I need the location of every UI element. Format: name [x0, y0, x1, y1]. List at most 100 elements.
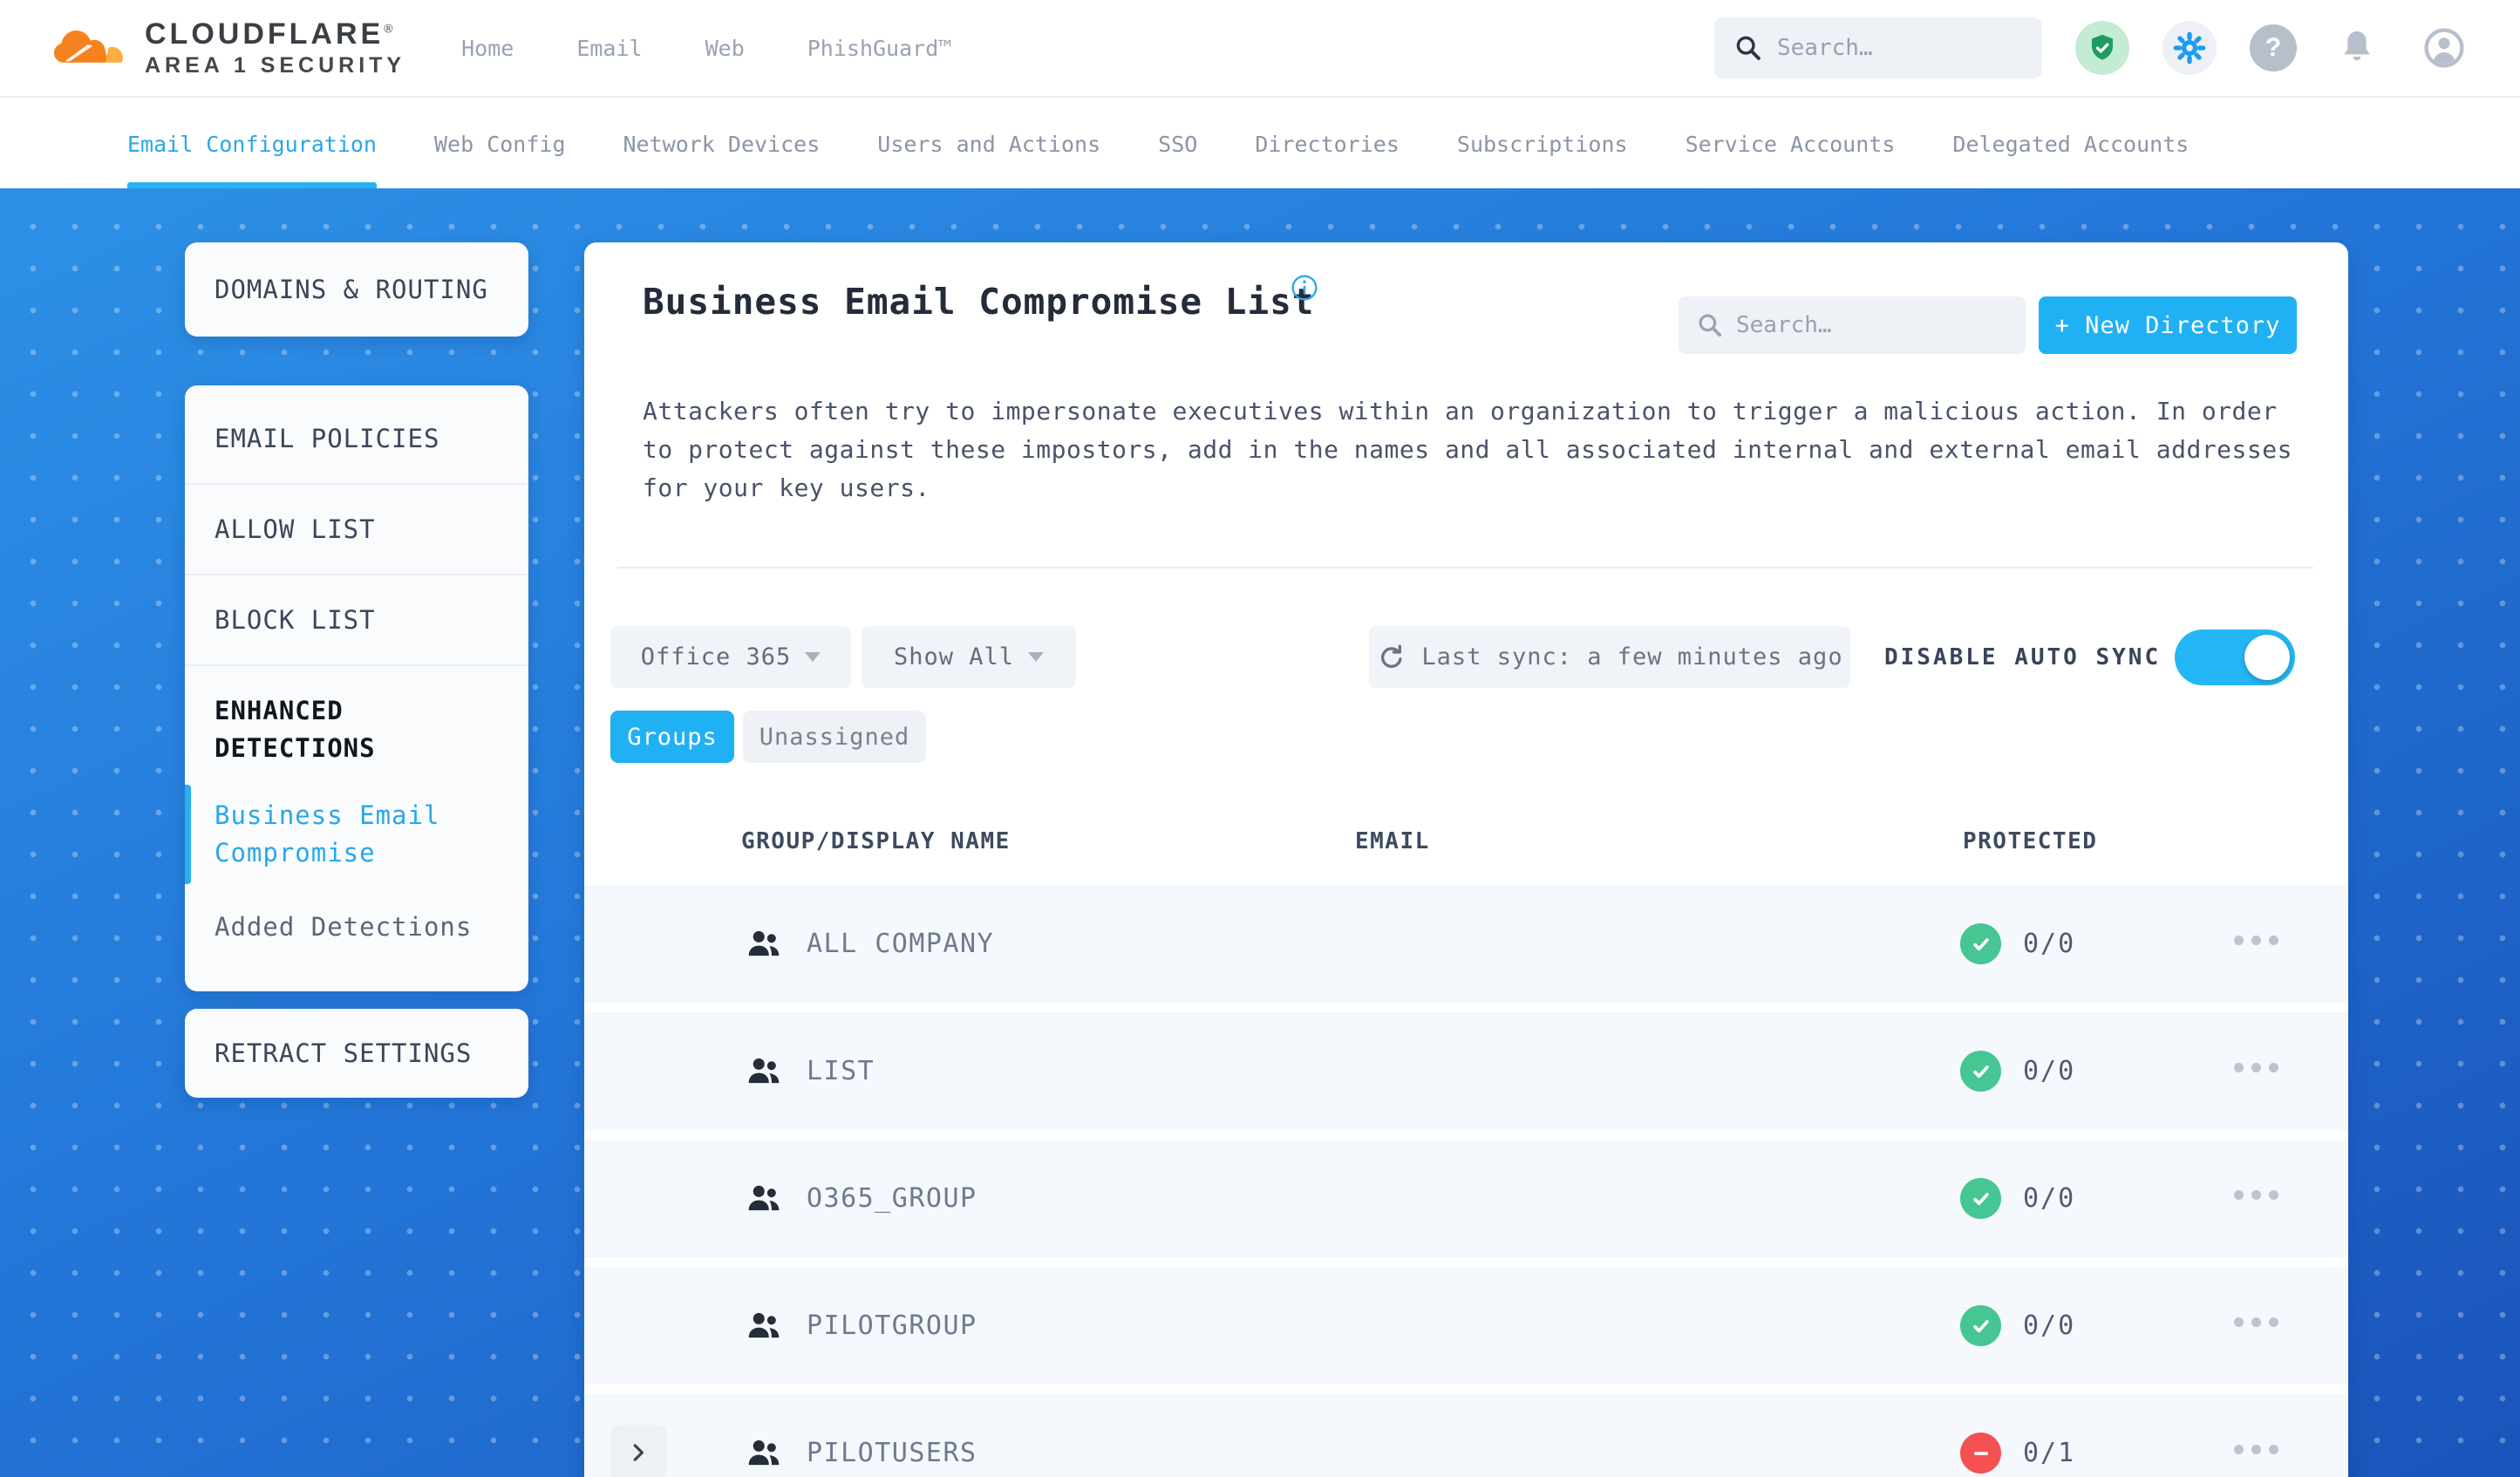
table-row[interactable]: ALL COMPANY 0/0	[584, 885, 2348, 1003]
table-row[interactable]: O365_GROUP 0/0	[584, 1140, 2348, 1257]
sidebar-card-domains-routing[interactable]: DOMAINS & ROUTING	[185, 242, 528, 337]
table-row[interactable]: LIST 0/0	[584, 1012, 2348, 1130]
expand-row-button[interactable]	[610, 1425, 666, 1477]
protected-count: 0/0	[2023, 1183, 2076, 1214]
app-window: CLOUDFLARE® AREA 1 SECURITY Home Email W…	[0, 0, 2520, 1477]
gear-icon	[2173, 31, 2206, 65]
protected-status-icon	[1960, 1178, 2001, 1219]
cloudflare-logo-icon	[54, 31, 123, 63]
question-mark-icon: ?	[2265, 33, 2282, 62]
auto-sync-toggle[interactable]	[2175, 630, 2295, 685]
nav-item-web[interactable]: Web	[705, 36, 745, 61]
sidebar-item-allow-list[interactable]: ALLOW LIST	[185, 485, 528, 575]
group-name: O365_GROUP	[807, 1183, 977, 1214]
tab-email-configuration[interactable]: Email Configuration	[127, 99, 377, 188]
row-menu-button[interactable]	[2234, 936, 2278, 945]
bec-panel: Business Email Compromise List + New Dir…	[584, 242, 2348, 1477]
sidebar-item-block-list[interactable]: BLOCK LIST	[185, 575, 528, 666]
column-header-group-display-name: GROUP/DISPLAY NAME	[741, 828, 1011, 854]
show-filter-dropdown[interactable]: Show All	[862, 626, 1076, 688]
list-search-input[interactable]	[1736, 312, 2008, 338]
sidebar-item-enhanced-detections[interactable]: ENHANCED DETECTIONS	[185, 692, 473, 767]
sidebar-item-added-detections[interactable]: Added Detections	[185, 902, 528, 953]
check-icon	[1972, 937, 1989, 950]
protected-count: 0/0	[2023, 929, 2076, 959]
last-sync-status: Last sync: a few minutes ago	[1369, 626, 1850, 688]
group-icon	[748, 1185, 780, 1211]
row-menu-button[interactable]	[2234, 1190, 2278, 1200]
row-menu-button[interactable]	[2234, 1063, 2278, 1072]
sidebar-item-email-policies[interactable]: EMAIL POLICIES	[185, 394, 528, 485]
sidebar-card-retract[interactable]: RETRACT SETTINGS	[185, 1009, 528, 1098]
tab-web-config[interactable]: Web Config	[434, 99, 566, 188]
sidebar-card-policies: EMAIL POLICIES ALLOW LIST BLOCK LIST ENH…	[185, 385, 528, 991]
settings-button[interactable]	[2162, 21, 2217, 75]
page-description: Attackers often try to impersonate execu…	[643, 397, 2292, 502]
check-icon	[1972, 1065, 1989, 1078]
row-menu-button[interactable]	[2234, 1317, 2278, 1327]
content-stage: DOMAINS & ROUTING EMAIL POLICIES ALLOW L…	[0, 188, 2520, 1477]
protected-status-icon	[1960, 1305, 2001, 1346]
sidebar-item-business-email-compromise[interactable]: Business Email Compromise	[185, 785, 528, 884]
group-name: PILOTUSERS	[807, 1438, 977, 1468]
sidebar-item-retract-settings[interactable]: RETRACT SETTINGS	[185, 1038, 501, 1068]
account-button[interactable]	[2417, 21, 2471, 75]
column-header-protected: PROTECTED	[1963, 828, 2098, 854]
protected-count: 0/0	[2023, 1056, 2076, 1086]
sidebar-item-domains-routing[interactable]: DOMAINS & ROUTING	[185, 275, 518, 304]
tab-network-devices[interactable]: Network Devices	[623, 99, 821, 188]
sidebar-section-enhanced-detections: ENHANCED DETECTIONS Business Email Compr…	[185, 666, 528, 983]
column-header-email: EMAIL	[1355, 828, 1430, 854]
list-search[interactable]	[1679, 296, 2026, 354]
check-icon	[1972, 1192, 1989, 1205]
toggle-knob	[2244, 635, 2290, 680]
protected-count: 0/1	[2023, 1438, 2076, 1468]
security-status-button[interactable]	[2075, 21, 2129, 75]
group-icon	[748, 1312, 780, 1338]
row-menu-button[interactable]	[2234, 1445, 2278, 1454]
help-button[interactable]: ?	[2250, 24, 2297, 71]
tab-sso[interactable]: SSO	[1158, 99, 1197, 188]
view-tab-groups[interactable]: Groups	[610, 711, 734, 763]
source-filter-dropdown[interactable]: Office 365	[610, 626, 851, 688]
tab-directories[interactable]: Directories	[1255, 99, 1400, 188]
refresh-icon	[1381, 643, 1402, 668]
brand-name: CLOUDFLARE®	[145, 17, 397, 51]
table-header: GROUP/DISPLAY NAME EMAIL PROTECTED	[584, 828, 2348, 863]
new-directory-button[interactable]: + New Directory	[2039, 296, 2297, 354]
chevron-down-icon	[805, 652, 821, 662]
table-body: ALL COMPANY 0/0 LIST 0/0 O365_GROUP 0/0 …	[584, 885, 2348, 1477]
divider	[617, 567, 2313, 568]
group-name: ALL COMPANY	[807, 929, 995, 959]
brand[interactable]: CLOUDFLARE® AREA 1 SECURITY	[49, 17, 405, 78]
nav-item-email[interactable]: Email	[576, 36, 642, 61]
notifications-button[interactable]	[2330, 21, 2384, 75]
group-icon	[748, 1058, 780, 1084]
section-tabs: Email Configuration Web Config Network D…	[0, 99, 2520, 188]
brand-subtitle: AREA 1 SECURITY	[145, 53, 406, 78]
chevron-right-icon	[633, 1444, 644, 1461]
table-row[interactable]: PILOTUSERS 0/1	[584, 1394, 2348, 1477]
nav-item-phishguard[interactable]: PhishGuard™	[807, 36, 952, 61]
protected-status-icon	[1960, 1051, 2001, 1092]
auto-sync-label: DISABLE AUTO SYNC	[1884, 643, 2162, 670]
group-icon	[748, 1440, 780, 1466]
tab-subscriptions[interactable]: Subscriptions	[1457, 99, 1628, 188]
bell-icon	[2344, 31, 2370, 61]
protected-count: 0/0	[2023, 1310, 2076, 1341]
search-icon	[1699, 314, 1722, 337]
view-tab-unassigned[interactable]: Unassigned	[743, 711, 926, 763]
table-row[interactable]: PILOTGROUP 0/0	[584, 1267, 2348, 1385]
minus-icon	[1973, 1451, 1988, 1455]
shield-check-icon	[2091, 34, 2114, 60]
global-search[interactable]	[1714, 17, 2042, 78]
nav-item-home[interactable]: Home	[461, 36, 514, 61]
tab-users-and-actions[interactable]: Users and Actions	[877, 99, 1100, 188]
info-icon[interactable]	[1291, 274, 1318, 302]
page-title: Business Email Compromise List	[643, 281, 1315, 323]
global-search-input[interactable]	[1777, 35, 2023, 61]
protected-status-icon	[1960, 923, 2001, 964]
tab-service-accounts[interactable]: Service Accounts	[1686, 99, 1896, 188]
protected-status-icon	[1960, 1433, 2001, 1474]
tab-delegated-accounts[interactable]: Delegated Accounts	[1952, 99, 2189, 188]
